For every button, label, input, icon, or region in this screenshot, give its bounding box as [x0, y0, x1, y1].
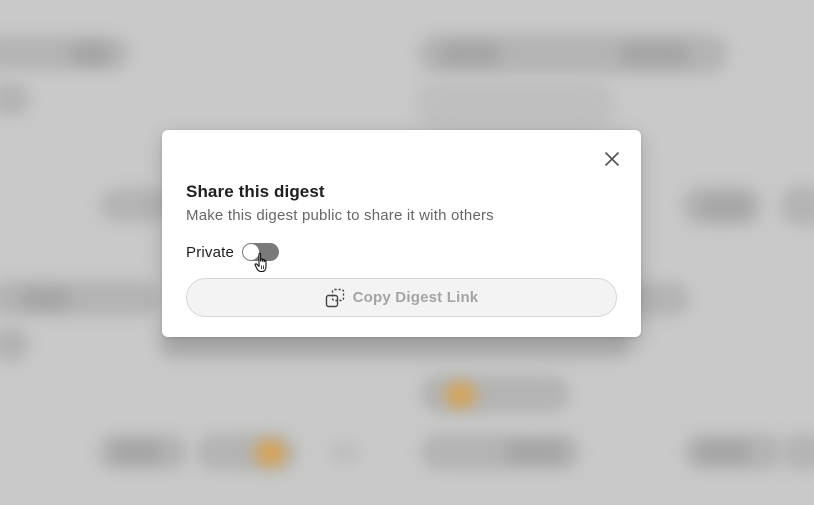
background-shape [0, 36, 130, 70]
background-shape [70, 44, 110, 64]
dialog-subtitle: Make this digest public to share it with… [186, 207, 494, 224]
visibility-toggle-row: Private [186, 241, 280, 263]
dialog-title: Share this digest [186, 182, 325, 201]
background-shape [0, 326, 30, 362]
background-shape [255, 440, 285, 466]
copy-digest-link-label: Copy Digest Link [352, 289, 479, 306]
background-shape [780, 186, 814, 226]
copy-link-icon [325, 288, 345, 308]
background-shape [696, 443, 751, 461]
toggle-knob [243, 244, 260, 260]
background-shape [415, 80, 615, 130]
background-shape [330, 440, 360, 466]
background-shape [505, 443, 565, 461]
background-shape [445, 383, 475, 407]
copy-digest-link-button[interactable]: Copy Digest Link [186, 278, 617, 317]
background-shape [0, 82, 30, 116]
visibility-toggle-label: Private [186, 243, 235, 261]
visibility-toggle-switch[interactable] [242, 243, 280, 261]
background-shape [440, 44, 500, 64]
close-icon [605, 152, 619, 166]
background-shape [20, 290, 70, 308]
close-button[interactable] [602, 149, 622, 169]
background-shape [620, 44, 690, 64]
share-digest-dialog: Share this digest Make this digest publi… [162, 130, 641, 337]
background-shape [780, 434, 814, 470]
background-shape [420, 375, 570, 413]
background-shape [100, 188, 170, 222]
background-shape [700, 198, 750, 216]
background-shape [112, 443, 162, 461]
